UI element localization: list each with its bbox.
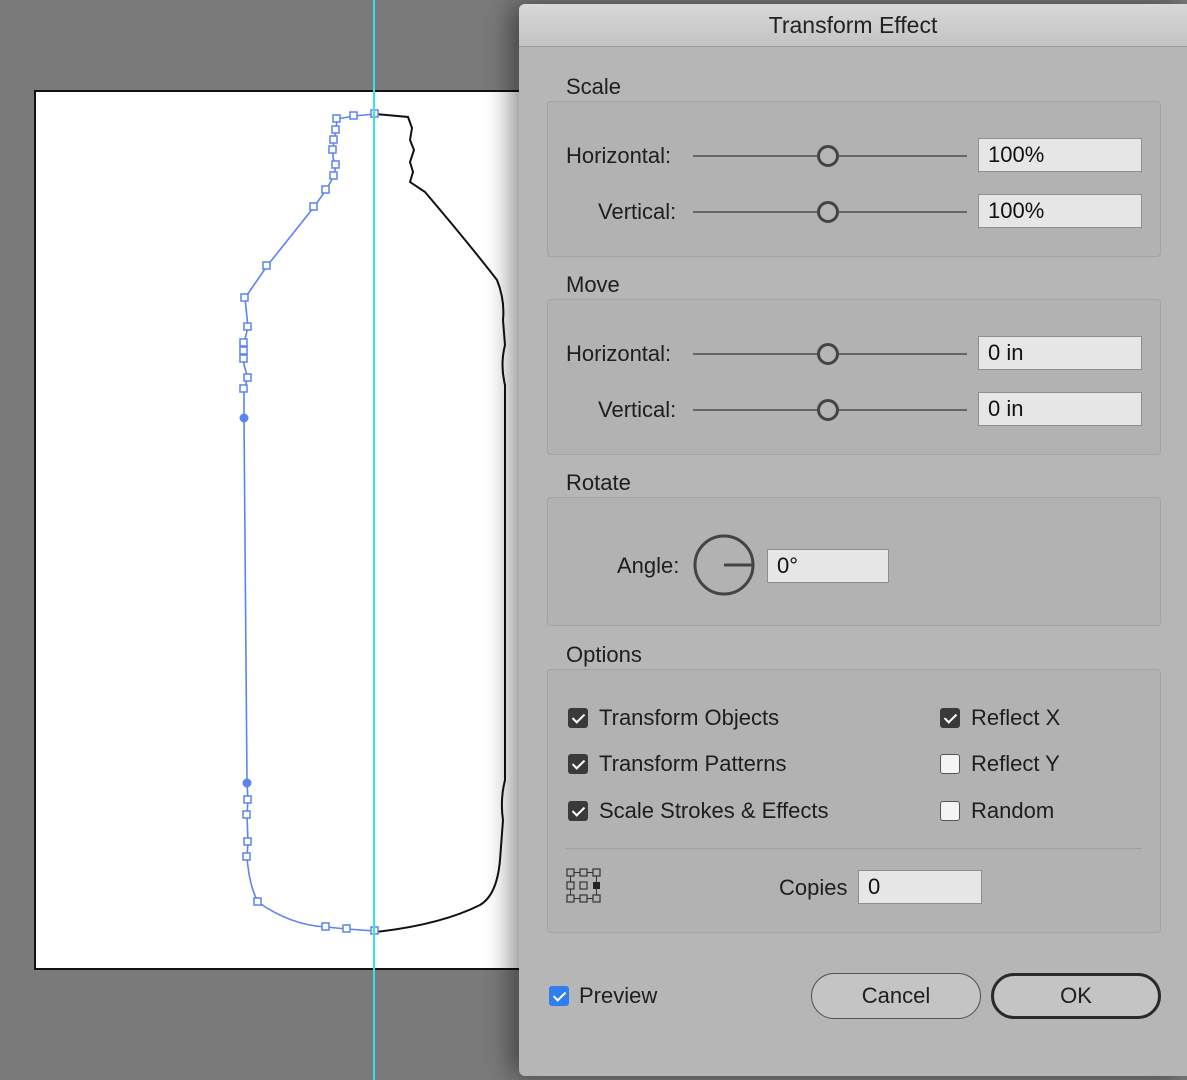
scale-horizontal-field[interactable]: 100%	[978, 138, 1142, 172]
vertical-guide[interactable]	[373, 0, 375, 1080]
transform-objects-checkbox[interactable]	[568, 708, 588, 728]
copies-label: Copies	[779, 875, 848, 900]
slider-knob[interactable]	[817, 399, 839, 421]
slider-knob[interactable]	[817, 201, 839, 223]
angle-field[interactable]: 0°	[767, 549, 889, 583]
move-vertical-slider[interactable]	[693, 399, 967, 421]
preview-label: Preview	[579, 983, 658, 1008]
rotate-group-title: Rotate	[564, 470, 633, 496]
transform-patterns-label: Transform Patterns	[599, 751, 787, 776]
reference-point-grid-icon[interactable]	[566, 868, 602, 904]
options-divider	[566, 848, 1142, 849]
cancel-button[interactable]: Cancel	[811, 973, 981, 1019]
move-horizontal-field[interactable]: 0 in	[978, 336, 1142, 370]
scale-strokes-checkbox[interactable]	[568, 801, 588, 821]
scale-horizontal-slider[interactable]	[693, 145, 967, 167]
move-vertical-label: Vertical:	[598, 397, 677, 422]
scale-vertical-slider[interactable]	[693, 201, 967, 223]
scale-group: Scale Horizontal: 100% Vertical: 100%	[547, 74, 1161, 257]
slider-knob[interactable]	[817, 145, 839, 167]
transform-patterns-checkbox[interactable]	[568, 754, 588, 774]
bottle-outline-path[interactable]	[374, 113, 507, 933]
dialog-title: Transform Effect	[519, 4, 1187, 47]
transform-effect-dialog: Transform Effect Scale Horizontal: 100% …	[519, 4, 1187, 1076]
scale-vertical-field[interactable]: 100%	[978, 194, 1142, 228]
reflect-x-checkbox[interactable]	[940, 708, 960, 728]
scale-vertical-label: Vertical:	[598, 199, 677, 224]
ok-button[interactable]: OK	[991, 973, 1161, 1019]
move-horizontal-label: Horizontal:	[566, 341, 672, 366]
selected-anchor[interactable]	[239, 413, 249, 423]
rotate-group: Rotate Angle: 0°	[547, 470, 1161, 626]
reflect-y-checkbox[interactable]	[940, 754, 960, 774]
slider-knob[interactable]	[817, 343, 839, 365]
scale-horizontal-label: Horizontal:	[566, 143, 672, 168]
random-checkbox[interactable]	[940, 801, 960, 821]
angle-label: Angle:	[617, 553, 680, 578]
selected-path[interactable]	[243, 113, 376, 932]
anchor-points[interactable]	[239, 109, 379, 935]
options-group: Options Transform Objects Transform Patt…	[547, 642, 1161, 933]
move-group-title: Move	[564, 272, 622, 298]
angle-dial-icon[interactable]	[692, 533, 756, 597]
move-horizontal-slider[interactable]	[693, 343, 967, 365]
scale-group-title: Scale	[564, 74, 624, 100]
scale-strokes-label: Scale Strokes & Effects	[599, 798, 829, 823]
move-group: Move Horizontal: 0 in Vertical: 0 in	[547, 272, 1161, 455]
random-label: Random	[971, 798, 1055, 823]
preview-checkbox[interactable]	[549, 986, 569, 1006]
reflect-y-label: Reflect Y	[971, 751, 1060, 776]
copies-field[interactable]: 0	[858, 870, 982, 904]
selected-anchor[interactable]	[242, 778, 252, 788]
move-vertical-field[interactable]: 0 in	[978, 392, 1142, 426]
bottle-artwork	[239, 109, 507, 935]
reflect-x-label: Reflect X	[971, 705, 1061, 730]
transform-objects-label: Transform Objects	[599, 705, 780, 730]
options-group-title: Options	[564, 642, 644, 668]
